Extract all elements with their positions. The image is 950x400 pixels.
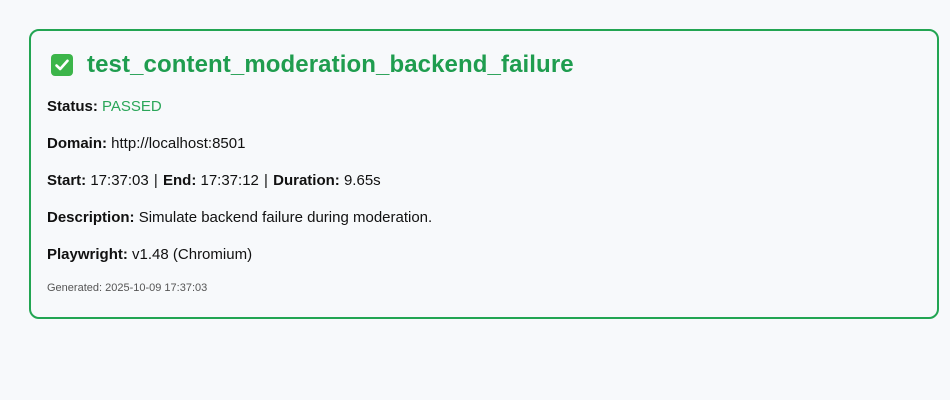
description-row: Description: Simulate backend failure du… (47, 209, 432, 227)
duration-label: Duration: (273, 172, 340, 189)
separator: | (264, 172, 268, 189)
end-value: 17:37:12 (200, 172, 259, 189)
description-value: Simulate backend failure during moderati… (138, 209, 433, 226)
check-mark-icon (51, 54, 73, 76)
test-result-card: test_content_moderation_backend_failure … (29, 29, 939, 319)
timing-row: Start: 17:37:03 | End: 17:37:12 | Durati… (47, 172, 381, 190)
domain-label: Domain: (47, 135, 107, 152)
separator: | (153, 172, 158, 189)
playwright-label: Playwright: (47, 246, 128, 263)
status-label: Status: (47, 98, 98, 115)
start-label: Start: (47, 172, 87, 189)
status-row: Status: PASSED (47, 98, 162, 116)
description-label: Description: (47, 209, 135, 226)
domain-value: http://localhost:8501 (111, 135, 246, 152)
status-badge: PASSED (102, 98, 162, 115)
duration-value: 9.65s (343, 172, 381, 189)
test-name: test_content_moderation_backend_failure (87, 51, 574, 78)
end-label: End: (162, 172, 197, 189)
start-value: 17:37:03 (90, 172, 149, 189)
test-title: test_content_moderation_backend_failure (47, 50, 921, 80)
playwright-row: Playwright: v1.48 (Chromium) (47, 246, 252, 264)
playwright-value: v1.48 (Chromium) (132, 246, 253, 263)
domain-row: Domain: http://localhost:8501 (47, 135, 245, 153)
generated-timestamp: Generated: 2025-10-09 17:37:03 (47, 282, 208, 294)
